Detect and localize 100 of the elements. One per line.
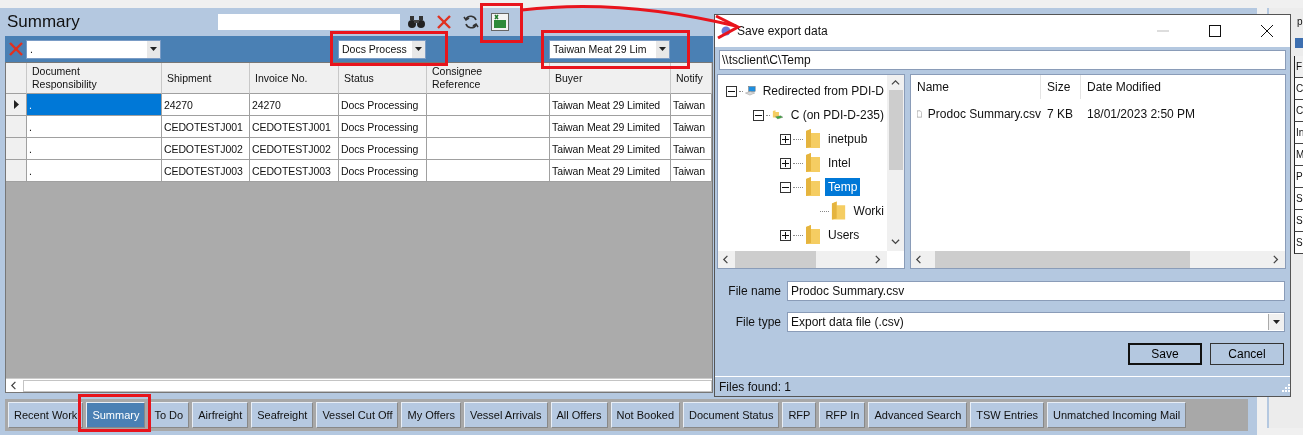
path-field[interactable]: \\tsclient\C\Temp <box>719 50 1286 70</box>
scrollbar[interactable] <box>718 251 887 268</box>
expand-icon[interactable] <box>780 157 791 169</box>
column-header[interactable]: Date Modified <box>1081 75 1285 99</box>
row-header[interactable] <box>6 94 27 116</box>
resize-grip-icon[interactable] <box>1280 381 1290 392</box>
chevron-up-icon[interactable] <box>891 79 900 88</box>
table-cell: . <box>27 138 162 160</box>
chevron-left-icon[interactable] <box>722 255 731 264</box>
file-name[interactable]: Prodoc Summary.csv <box>927 107 1041 121</box>
tree-item[interactable]: Users <box>825 226 863 244</box>
collapse-icon[interactable] <box>753 109 764 121</box>
tab[interactable]: Summary <box>86 402 146 428</box>
tab[interactable]: Airfreight <box>192 402 249 428</box>
tree-item[interactable]: C (on PDI-D-235) <box>787 106 887 124</box>
folder-icon <box>831 201 847 221</box>
table-cell: 24270 <box>162 94 250 116</box>
column-header[interactable]: Invoice No. <box>250 63 339 94</box>
refresh-icon[interactable] <box>463 14 479 30</box>
tab[interactable]: RFP In <box>819 402 866 428</box>
column-header[interactable]: Document Responsibility <box>27 63 162 94</box>
column-header[interactable]: Size <box>1041 75 1081 99</box>
binoculars-icon[interactable] <box>408 15 425 29</box>
caret-icon <box>415 47 422 51</box>
table-cell: Taiwan Meat 29 Limited <box>550 160 671 182</box>
tree-item[interactable]: Worki <box>850 202 887 220</box>
folder-tree[interactable]: Redirected from PDI-D C (on PDI-D-235) inetpub Intel Temp Worki Users <box>717 74 905 269</box>
tree-item[interactable]: Intel <box>825 154 854 172</box>
chevron-left-icon[interactable] <box>10 381 19 390</box>
table-cell: Taiwan <box>671 94 712 116</box>
file-list[interactable]: Name Size Date Modified Prodoc Summary.csv 7 KB 18/01/2023 2:50 PM <box>910 74 1286 269</box>
chevron-left-icon[interactable] <box>915 255 924 264</box>
scrollbar[interactable] <box>887 75 904 251</box>
tab[interactable]: Not Booked <box>610 402 680 428</box>
column-header[interactable]: Buyer <box>550 63 671 94</box>
table-cell: S <box>1294 210 1303 232</box>
expand-icon[interactable] <box>780 229 791 241</box>
scroll-thumb[interactable] <box>934 251 1190 268</box>
table-cell: Docs Processing <box>339 94 427 116</box>
chevron-down-icon[interactable] <box>891 238 900 247</box>
file-size: 7 KB <box>1046 107 1074 121</box>
table-cell: M <box>1294 144 1303 166</box>
search-field[interactable] <box>218 14 400 30</box>
table-cell: . <box>27 94 162 116</box>
tree-item[interactable]: Temp <box>825 178 861 196</box>
dropdown[interactable]: Docs Process <box>338 39 426 59</box>
tab[interactable]: Seafreight <box>251 402 314 428</box>
save-button[interactable]: Save <box>1128 343 1202 365</box>
caret-icon <box>659 47 666 51</box>
table-cell: 24270 <box>250 94 339 116</box>
table-cell: S <box>1294 232 1303 254</box>
folder-icon <box>805 225 821 245</box>
column-header[interactable]: Notify <box>671 63 712 94</box>
highlight-frame <box>480 3 523 43</box>
tab[interactable]: Unmatched Incoming Mail <box>1047 402 1187 428</box>
scrollbar[interactable] <box>911 251 1285 268</box>
column-header[interactable]: Shipment <box>162 63 250 94</box>
tab[interactable]: My Offers <box>401 402 461 428</box>
dropdown[interactable]: . <box>26 39 161 59</box>
spreadsheet-icon[interactable] <box>491 13 509 31</box>
status-text: Files found: 1 <box>719 379 793 394</box>
folder-icon <box>805 129 821 149</box>
cancel-button[interactable]: Cancel <box>1210 343 1284 365</box>
app-icon <box>721 26 731 36</box>
tab[interactable]: Vessel Cut Off <box>316 402 399 428</box>
chevron-right-icon[interactable] <box>1272 255 1281 264</box>
maximize-icon[interactable] <box>1209 25 1221 37</box>
table-cell: In <box>1294 122 1303 144</box>
column-header[interactable]: F <box>1294 56 1303 78</box>
tab[interactable]: RFP <box>782 402 817 428</box>
tab[interactable]: Recent Work <box>8 402 84 428</box>
tab[interactable]: Vessel Arrivals <box>463 402 548 428</box>
tab[interactable]: All Offers <box>550 402 608 428</box>
tab[interactable]: TSW Entries <box>970 402 1044 428</box>
tab[interactable]: To Do <box>148 402 190 428</box>
tree-item[interactable]: inetpub <box>825 130 871 148</box>
scroll-thumb[interactable] <box>735 251 816 268</box>
collapse-icon[interactable] <box>780 181 791 193</box>
table-cell: CEDOTESTJ003 <box>250 160 339 182</box>
file-type-dropdown[interactable]: Export data file (.csv) <box>787 312 1285 332</box>
table-cell: CEDOTESTJ001 <box>250 116 339 138</box>
collapse-icon[interactable] <box>726 85 737 97</box>
expand-icon[interactable] <box>780 133 791 145</box>
tab[interactable]: Advanced Search <box>868 402 968 428</box>
table-cell: . <box>27 160 162 182</box>
column-header[interactable]: Name <box>911 75 1041 99</box>
column-header[interactable]: Consignee Reference <box>427 63 550 94</box>
table-cell: Docs Processing <box>339 160 427 182</box>
dropdown[interactable]: Taiwan Meat 29 Lim <box>549 39 670 59</box>
cross-icon[interactable] <box>437 15 451 29</box>
chevron-right-icon[interactable] <box>874 255 883 264</box>
table-cell: Docs Processing <box>339 138 427 160</box>
tree-item[interactable]: Redirected from PDI-D <box>759 82 887 100</box>
file-name-field[interactable]: Prodoc Summary.csv <box>787 281 1285 301</box>
close-icon[interactable] <box>1261 25 1273 37</box>
scroll-thumb[interactable] <box>888 90 903 170</box>
tab[interactable]: Document Status <box>683 402 780 428</box>
table-cell: Taiwan Meat 29 Limited <box>550 116 671 138</box>
table-cell: CEDOTESTJ001 <box>162 116 250 138</box>
table-cell: CEDOTESTJ002 <box>162 138 250 160</box>
